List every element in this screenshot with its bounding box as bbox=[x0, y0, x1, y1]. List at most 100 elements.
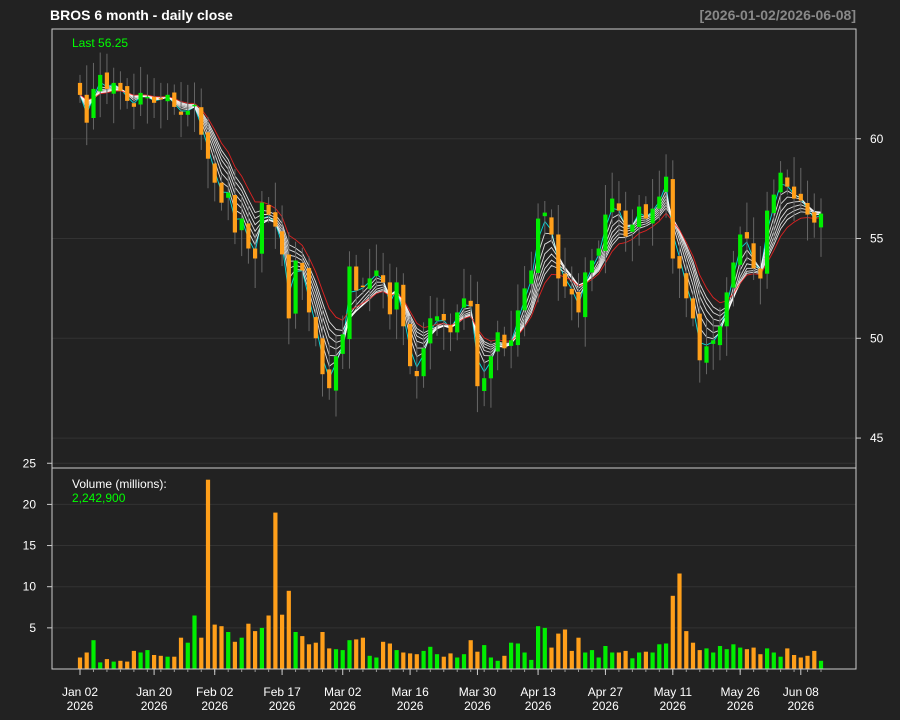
volume-bar bbox=[246, 623, 251, 669]
volume-bar bbox=[374, 657, 379, 669]
volume-bar bbox=[623, 650, 628, 669]
volume-bar bbox=[792, 655, 797, 669]
candle-body bbox=[697, 313, 702, 361]
volume-tick-label: 5 bbox=[29, 621, 36, 635]
volume-bar bbox=[731, 644, 736, 669]
x-tick-year: 2026 bbox=[464, 699, 491, 713]
volume-bar bbox=[158, 655, 163, 669]
candle-body bbox=[589, 260, 595, 273]
volume-bar bbox=[125, 661, 130, 669]
volume-bar bbox=[765, 648, 770, 669]
volume-bar bbox=[751, 647, 756, 669]
volume-bar bbox=[226, 632, 231, 669]
x-tick-label: Mar 02 bbox=[324, 685, 362, 699]
volume-bar bbox=[394, 650, 399, 669]
candle-body bbox=[259, 202, 264, 254]
volume-bar bbox=[697, 650, 702, 669]
volume-bar bbox=[111, 661, 116, 669]
volume-bar bbox=[77, 657, 83, 669]
candle-body bbox=[717, 326, 723, 346]
candle-body bbox=[738, 234, 743, 265]
candle-body bbox=[178, 111, 184, 115]
candle-body bbox=[650, 208, 655, 224]
candle-body bbox=[758, 268, 763, 279]
volume-bar bbox=[441, 656, 446, 669]
volume-bar bbox=[91, 640, 96, 669]
volume-bar bbox=[758, 654, 763, 669]
volume-bar bbox=[293, 632, 298, 669]
volume-bar bbox=[192, 615, 197, 669]
volume-label: Volume (millions): bbox=[72, 477, 167, 491]
gridlines bbox=[52, 138, 856, 629]
candle-body bbox=[778, 172, 783, 193]
candle-body bbox=[84, 94, 89, 123]
volume-bar bbox=[818, 660, 824, 669]
volume-bar bbox=[327, 648, 332, 669]
candle-body bbox=[381, 275, 386, 283]
volume-bar bbox=[448, 653, 453, 669]
volume-bar bbox=[239, 637, 244, 669]
candle-body bbox=[374, 270, 379, 277]
last-price-label: Last 56.25 bbox=[72, 36, 128, 50]
candle-body bbox=[333, 356, 339, 391]
x-tick-label: Feb 17 bbox=[263, 685, 301, 699]
candle-body bbox=[253, 248, 258, 259]
candle-body bbox=[562, 273, 568, 287]
candle-body bbox=[475, 304, 480, 387]
candle-body bbox=[482, 378, 487, 391]
volume-bar bbox=[428, 646, 433, 669]
volume-bar bbox=[232, 641, 237, 669]
ma-red-line bbox=[79, 90, 822, 342]
volume-bar bbox=[536, 626, 541, 669]
volume-bar bbox=[798, 657, 803, 669]
volume-bar bbox=[616, 652, 621, 669]
candle-body bbox=[138, 92, 143, 105]
volume-bar bbox=[515, 643, 520, 669]
candle-body bbox=[313, 317, 318, 339]
candle-body bbox=[792, 186, 797, 199]
volume-bar bbox=[414, 654, 419, 669]
candle-body bbox=[643, 204, 648, 219]
volume-bar bbox=[185, 642, 190, 669]
volume-bar bbox=[690, 642, 696, 669]
x-tick-year: 2026 bbox=[727, 699, 754, 713]
candle-body bbox=[394, 282, 399, 310]
volume-bar bbox=[677, 573, 682, 669]
candle-body bbox=[468, 300, 473, 307]
price-tick-label: 55 bbox=[870, 232, 884, 246]
volume-bar bbox=[401, 652, 406, 669]
candle-body bbox=[347, 266, 352, 340]
volume-bar bbox=[812, 650, 817, 669]
volume-bar bbox=[84, 652, 89, 669]
candle-body bbox=[306, 268, 312, 313]
x-tick-label: May 11 bbox=[654, 685, 693, 699]
candle-body bbox=[77, 82, 83, 95]
candle-body bbox=[428, 318, 433, 344]
candle-body bbox=[630, 224, 635, 232]
x-tick-label: Mar 16 bbox=[391, 685, 429, 699]
volume-tick-label: 15 bbox=[23, 539, 37, 553]
x-tick-label: Feb 02 bbox=[196, 685, 234, 699]
date-range: [2026-01-02/2026-06-08] bbox=[700, 7, 856, 23]
x-tick-year: 2026 bbox=[201, 699, 228, 713]
candle-body bbox=[556, 234, 561, 279]
volume-bar bbox=[502, 655, 507, 669]
volume-bar bbox=[785, 648, 790, 669]
candle-body bbox=[529, 270, 534, 284]
candle-body bbox=[104, 72, 109, 89]
candle-body bbox=[212, 163, 217, 183]
candle-body bbox=[280, 231, 285, 255]
volume-bar bbox=[475, 651, 480, 669]
candle-body bbox=[596, 248, 601, 256]
volume-tick-label: 10 bbox=[23, 580, 37, 594]
candle-body bbox=[502, 334, 507, 349]
candle-body bbox=[461, 298, 467, 308]
volume-bar bbox=[280, 614, 285, 669]
volume-bar bbox=[670, 595, 675, 669]
x-tick-label: Apr 27 bbox=[588, 685, 624, 699]
candle-body bbox=[690, 298, 696, 319]
candle-body bbox=[131, 103, 136, 107]
candle-body bbox=[91, 88, 96, 118]
candle-body bbox=[771, 194, 776, 213]
volume-bar bbox=[286, 590, 291, 669]
